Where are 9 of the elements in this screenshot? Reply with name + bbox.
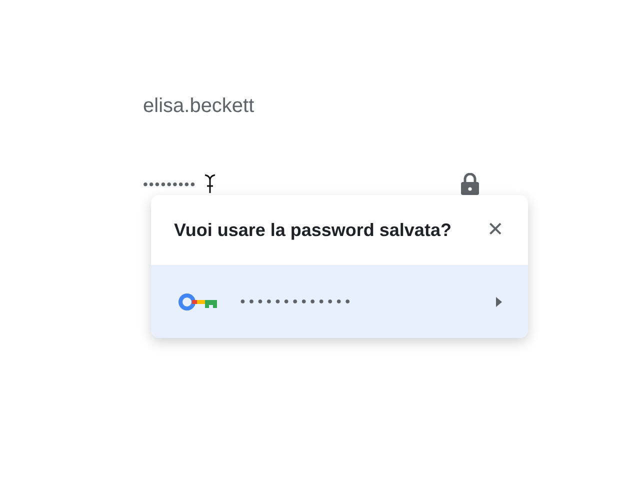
saved-password: ●●●●●●●●●●●●●	[240, 294, 355, 308]
caret-icon	[496, 296, 502, 306]
password-field[interactable]: •••••••••	[143, 174, 196, 194]
key-icon	[178, 292, 218, 312]
popup-title: Vuoi usare la password salvata?	[174, 218, 452, 242]
text-cursor-icon	[204, 174, 216, 194]
saved-password-item[interactable]: ●●●●●●●●●●●●●	[151, 265, 528, 338]
username-field[interactable]: elisa.beckett	[143, 93, 483, 119]
close-button[interactable]: ✕	[487, 220, 504, 240]
